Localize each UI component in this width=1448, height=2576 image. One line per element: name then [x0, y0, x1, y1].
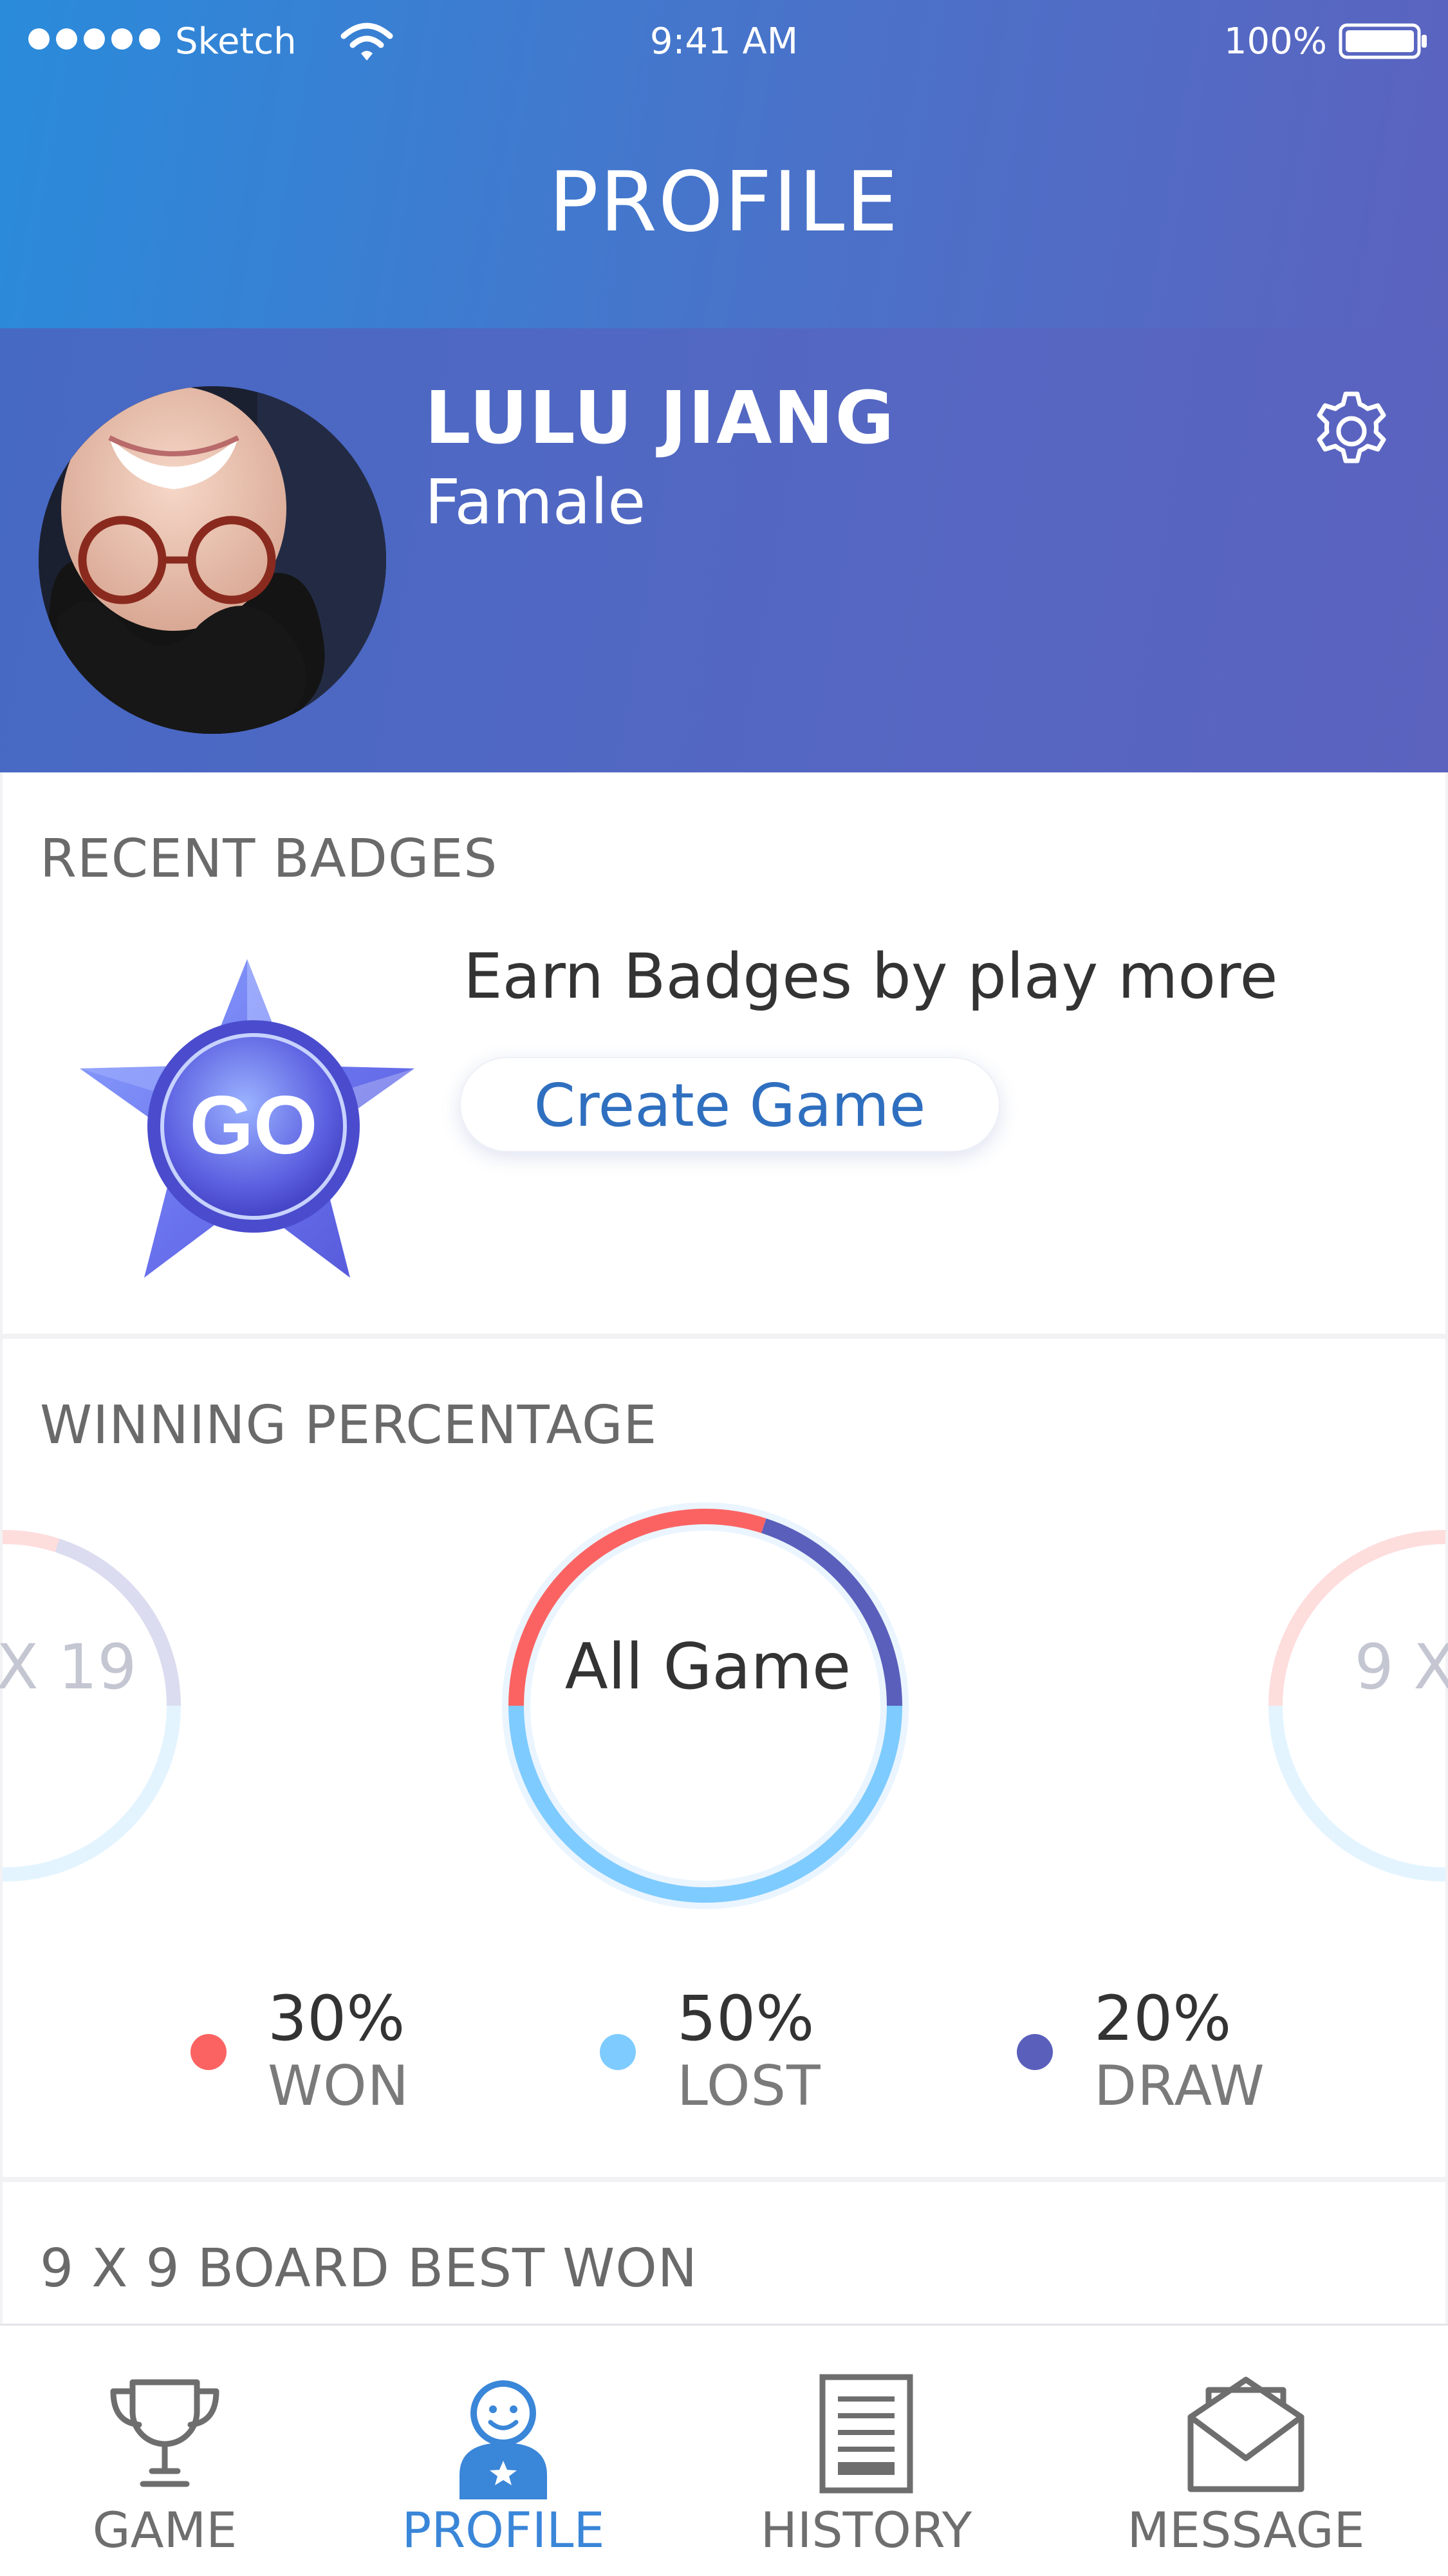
tab-label-history: HISTORY: [760, 2501, 972, 2559]
ring-label-all-game[interactable]: All Game: [450, 1622, 965, 1712]
profile-screen: Sketch 9:41 AM 100% PROFILE LULU JIANG F…: [0, 0, 1448, 2576]
gear-icon[interactable]: [1306, 386, 1397, 476]
legend-label-won: WON: [268, 2054, 410, 2118]
badge-hint: Earn Badges by play more: [463, 940, 1278, 1013]
envelope-icon: [1187, 2376, 1304, 2492]
profile-banner: LULU JIANG Famale: [0, 328, 1448, 772]
right-ring-segment-lost: [1268, 1705, 1445, 1881]
tab-bar: GAME PROFILE HISTORY MESSAGE: [0, 2324, 1448, 2576]
trophy-icon: [110, 2379, 219, 2487]
left-ring-segment-lost: [3, 1705, 181, 1881]
user-name: LULU JIANG: [425, 377, 896, 460]
avatar[interactable]: [39, 386, 386, 734]
legend-lost: 50% LOST: [600, 1980, 986, 2134]
section-title-badges: RECENT BADGES: [40, 828, 498, 890]
tab-label-game: GAME: [92, 2501, 237, 2559]
badge-text: GO: [189, 1079, 317, 1171]
legend-won: 30% WON: [190, 1980, 577, 2134]
ring-label-19x19[interactable]: X 19: [0, 1622, 136, 1712]
legend-value-lost: 50%: [677, 1983, 815, 2055]
tab-history[interactable]: HISTORY: [731, 2326, 1001, 2576]
status-bar: Sketch 9:41 AM 100%: [0, 0, 1448, 84]
create-game-button[interactable]: Create Game: [459, 1057, 1000, 1152]
tab-label-message: MESSAGE: [1127, 2501, 1365, 2559]
legend-dot-won: [190, 2034, 227, 2070]
legend-label-draw: DRAW: [1094, 2054, 1265, 2118]
tab-label-profile: PROFILE: [402, 2501, 605, 2559]
ring-label-9x9[interactable]: 9 X: [1355, 1622, 1448, 1712]
battery-percentage: 100%: [1223, 21, 1327, 62]
avatar-photo: [39, 386, 386, 734]
best-won-card: 9 X 9 BOARD BEST WON: [3, 2182, 1445, 2324]
profile-icon: [459, 2380, 547, 2499]
legend-draw: 20% DRAW: [1017, 1980, 1403, 2134]
legend-value-won: 30%: [268, 1983, 405, 2055]
main-ring-segment-lost: [508, 1705, 902, 1903]
document-icon: [819, 2374, 913, 2494]
tab-profile[interactable]: PROFILE: [368, 2326, 638, 2576]
header: Sketch 9:41 AM 100% PROFILE: [0, 0, 1448, 328]
recent-badges-card: RECENT BADGES GO Earn Badges by play mor…: [3, 772, 1445, 1334]
page-title: PROFILE: [548, 154, 900, 250]
legend-value-draw: 20%: [1094, 1983, 1232, 2055]
user-gender: Famale: [425, 466, 646, 538]
legend-label-lost: LOST: [677, 2054, 821, 2118]
winning-percentage-card: WINNING PERCENTAGE X 19 All Game 9 X 30%…: [0, 1339, 1448, 2177]
battery-icon: [1339, 23, 1427, 59]
tab-game[interactable]: GAME: [30, 2326, 300, 2576]
legend-dot-draw: [1017, 2034, 1053, 2070]
go-badge: GO: [80, 959, 414, 1278]
tab-message[interactable]: MESSAGE: [1111, 2326, 1381, 2576]
legend-dot-lost: [600, 2034, 636, 2070]
section-title-best-won: 9 X 9 BOARD BEST WON: [40, 2238, 698, 2299]
